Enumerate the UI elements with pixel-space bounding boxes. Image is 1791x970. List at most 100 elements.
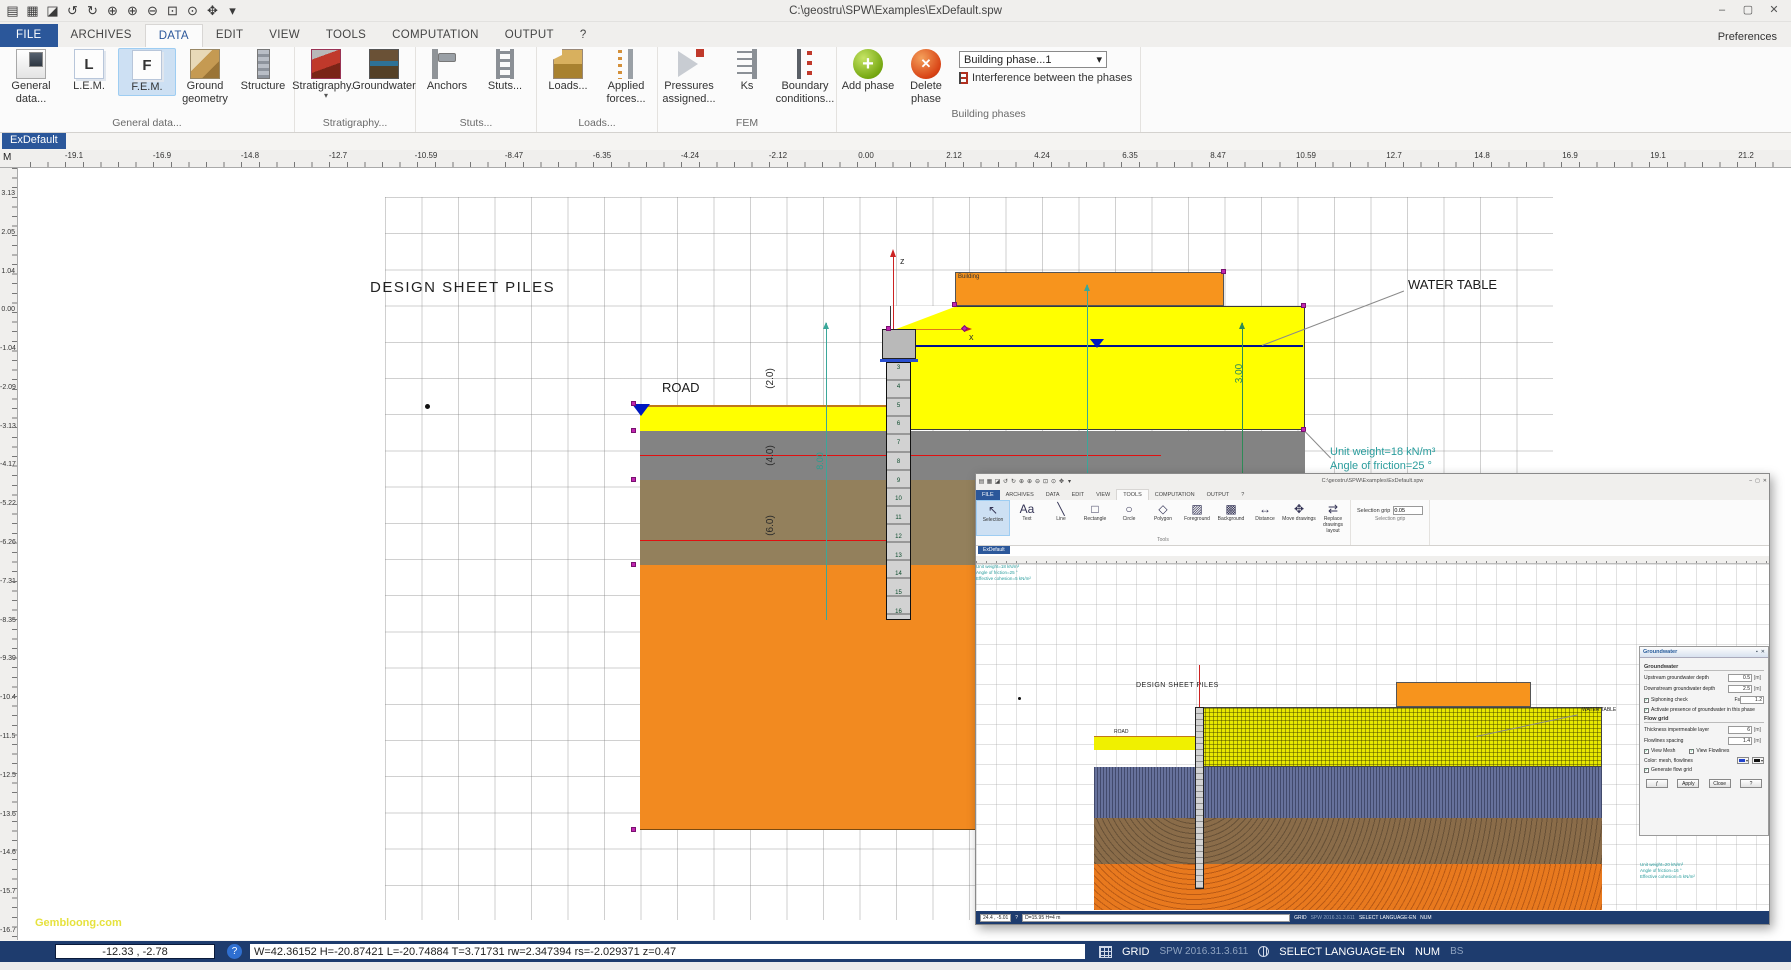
siphoning-checkbox[interactable]: ✓Siphoning check (1644, 697, 1734, 703)
pin-icon[interactable]: ▪ (1756, 649, 1758, 655)
menu-tab[interactable]: FILE (0, 24, 58, 47)
language-selector[interactable]: SELECT LANGUAGE-EN (1279, 946, 1405, 958)
undo-icon[interactable]: ↺ (64, 1, 81, 21)
close-icon[interactable]: ✕ (1761, 649, 1765, 655)
tool-button[interactable]: ◇ Polygon (1146, 500, 1180, 536)
road-surface-layer[interactable] (640, 405, 892, 431)
window-control-icon[interactable]: ✕ (1763, 478, 1767, 484)
menu-tab[interactable]: OUTPUT (492, 24, 567, 47)
zoom-plus-icon[interactable]: ⊕ (124, 1, 141, 21)
apply-button[interactable]: Apply (1677, 779, 1699, 788)
ribbon-button[interactable]: F F.E.M. (118, 48, 176, 96)
interference-toggle[interactable]: Interference between the phases (959, 72, 1132, 84)
print-preview-icon[interactable]: ◪ (44, 1, 61, 21)
document-tab-exdefault[interactable]: ExDefault (2, 133, 66, 149)
vertex-node[interactable] (1301, 303, 1306, 308)
menu-tab[interactable]: TOOLS (313, 24, 379, 47)
menu-tab[interactable]: ARCHIVES (1000, 490, 1040, 500)
vertex-node[interactable] (952, 302, 957, 307)
window-control-icon[interactable]: – (1749, 478, 1752, 484)
menu-tab[interactable]: FILE (976, 490, 1000, 500)
menu-tab[interactable]: VIEW (1090, 490, 1116, 500)
tool-button[interactable]: ▨ Foreground (1180, 500, 1214, 536)
menu-tab[interactable]: DATA (145, 24, 203, 47)
minimize-button[interactable]: – (1709, 0, 1735, 20)
mesh-color-picker[interactable]: ▾ (1737, 757, 1749, 764)
tool-button[interactable]: ╲ Line (1044, 500, 1078, 536)
ribbon-button[interactable]: Anchors (418, 48, 476, 94)
ribbon-button[interactable]: Structure (234, 48, 292, 94)
preferences-link[interactable]: Preferences (1718, 31, 1777, 43)
menu-tab[interactable]: EDIT (203, 24, 256, 47)
ribbon-button[interactable]: Pressures assigned... (660, 48, 718, 106)
ribbon-button[interactable]: Ks (718, 48, 776, 94)
menu-tab[interactable]: OUTPUT (1201, 490, 1236, 500)
vertex-node[interactable] (631, 562, 636, 567)
vertex-node[interactable] (631, 827, 636, 832)
fs-input[interactable]: 1.2 (1740, 696, 1764, 704)
ribbon-button[interactable]: Ground geometry (176, 48, 234, 106)
tool-button[interactable]: ↖ Selection (976, 500, 1010, 536)
impermeable-thickness-input[interactable]: 6 (1728, 726, 1752, 734)
zoom-in-icon[interactable]: ⊕ (104, 1, 121, 21)
vertex-node[interactable] (631, 428, 636, 433)
menu-tab[interactable]: ? (567, 24, 600, 47)
ribbon-button[interactable]: Boundary conditions... (776, 48, 834, 106)
ribbon-button[interactable]: Loads... (539, 48, 597, 94)
pan-icon[interactable]: ✥ (204, 1, 221, 21)
menu-tab[interactable]: VIEW (256, 24, 313, 47)
selection-grip-input[interactable] (1393, 506, 1423, 515)
language-selector[interactable]: SELECT LANGUAGE-EN (1359, 915, 1416, 921)
zoom-out-icon[interactable]: ⊖ (144, 1, 161, 21)
tool-button[interactable]: ⇄ Replace drawings layout (1316, 500, 1350, 536)
zoom-window-icon[interactable]: ⊡ (164, 1, 181, 21)
menu-tab[interactable]: COMPUTATION (379, 24, 492, 47)
app-icon[interactable]: ▤ (4, 1, 21, 21)
menu-tab[interactable]: ? (1235, 490, 1250, 500)
menu-tab[interactable]: EDIT (1066, 490, 1091, 500)
ribbon-button[interactable]: + Add phase (839, 48, 897, 94)
ribbon-button[interactable]: Stratigraphy... ▾ (297, 48, 355, 100)
menu-tab[interactable]: TOOLS (1116, 489, 1149, 500)
downstream-depth-input[interactable]: 2.5 (1728, 685, 1752, 693)
generate-flow-grid-checkbox[interactable]: ✓Generate flow grid (1644, 767, 1764, 773)
zoom-dynamic-icon[interactable]: ⊙ (184, 1, 201, 21)
flowline-color-picker[interactable]: ▾ (1752, 757, 1764, 764)
save-icon[interactable]: ▦ (24, 1, 41, 21)
overlay-window[interactable]: ▤▦◪↺↻⊕⊕⊖⊡⊙✥▾ C:\geostru\SPW\Examples\ExD… (975, 473, 1770, 925)
ribbon-button[interactable]: General data... (2, 48, 60, 106)
close-button[interactable]: Close (1709, 779, 1731, 788)
building-phase-dropdown[interactable]: Building phase...1 ▾ (959, 51, 1107, 68)
toolbar-options-icon[interactable]: ▾ (224, 1, 241, 21)
restore-button[interactable]: ▢ (1735, 0, 1761, 20)
window-control-icon[interactable]: ▢ (1755, 478, 1760, 484)
flowlines-spacing-input[interactable]: 1.4 (1728, 737, 1752, 745)
grid-toggle[interactable]: GRID (1122, 946, 1150, 958)
help-icon[interactable]: ? (1015, 915, 1018, 921)
vertex-node[interactable] (631, 401, 636, 406)
help-button[interactable]: ? (1740, 779, 1762, 788)
vertex-node[interactable] (886, 326, 891, 331)
grid-toggle[interactable]: GRID (1294, 915, 1307, 921)
function-button[interactable]: ƒ (1646, 779, 1668, 788)
ribbon-button[interactable]: Applied forces... (597, 48, 655, 106)
ribbon-button[interactable]: Stuts... (476, 48, 534, 94)
tool-button[interactable]: □ Rectangle (1078, 500, 1112, 536)
help-icon[interactable]: ? (227, 944, 242, 959)
tool-button[interactable]: ↔ Distance (1248, 500, 1282, 536)
view-mesh-checkbox[interactable]: ✓View Mesh (1644, 748, 1675, 754)
ribbon-button[interactable]: ✕ Delete phase (897, 48, 955, 106)
tool-button[interactable]: ✥ Move drawings (1282, 500, 1316, 536)
upstream-depth-input[interactable]: 0.5 (1728, 674, 1752, 682)
overlay-drawing-canvas[interactable]: DESIGN SHEET PILES ROAD WATER TABLE Unit… (976, 564, 1769, 910)
view-flowlines-checkbox[interactable]: ✓View Flowlines (1689, 748, 1729, 754)
tool-button[interactable]: ○ Circle (1112, 500, 1146, 536)
close-button[interactable]: ✕ (1761, 0, 1787, 20)
vertex-node[interactable] (1221, 269, 1226, 274)
ribbon-button[interactable]: L L.E.M. (60, 48, 118, 94)
menu-tab[interactable]: COMPUTATION (1149, 490, 1201, 500)
pile-cap[interactable] (882, 329, 916, 359)
vertex-node[interactable] (631, 477, 636, 482)
redo-icon[interactable]: ↻ (84, 1, 101, 21)
activate-groundwater-checkbox[interactable]: ✓Activate presence of groundwater in thi… (1644, 707, 1764, 713)
